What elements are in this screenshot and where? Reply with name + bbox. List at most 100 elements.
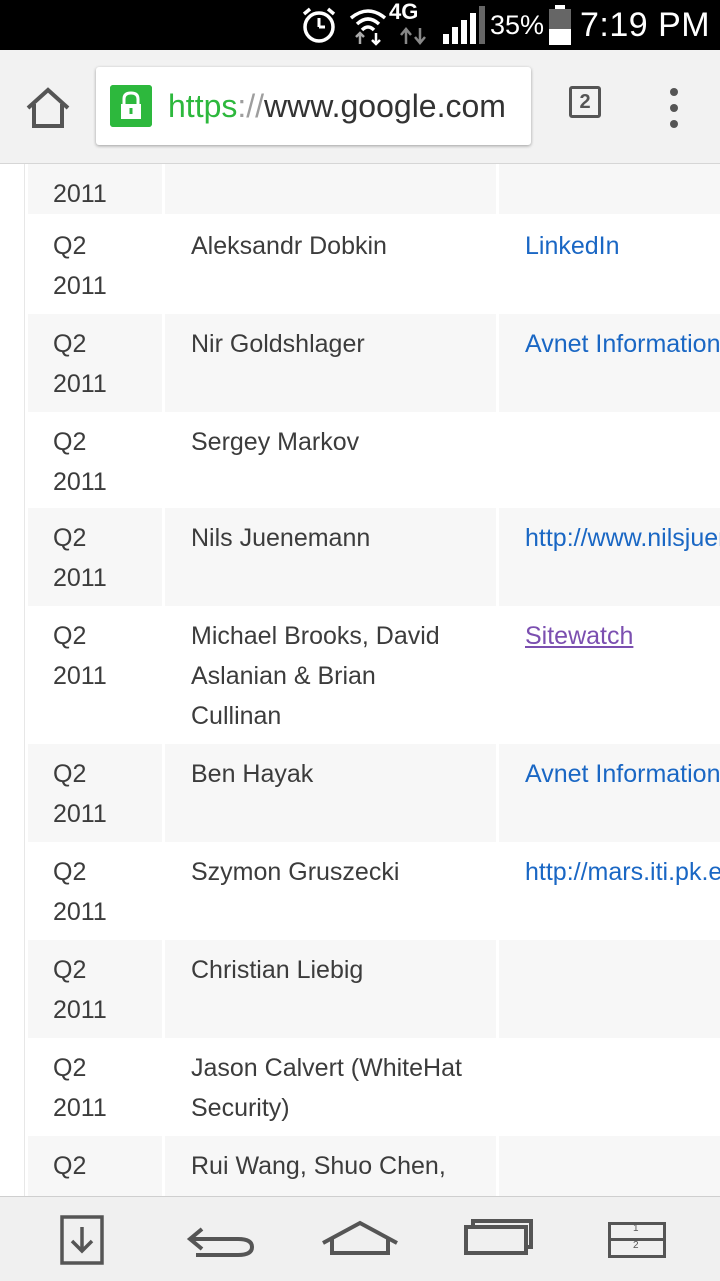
link-cell	[499, 164, 720, 214]
name-line: Nir Goldshlager	[191, 330, 365, 358]
recent-apps-icon[interactable]	[463, 1213, 533, 1267]
quarter-year: 2011	[53, 898, 107, 926]
signal-icon	[443, 6, 485, 44]
url-host: www.google.com	[264, 88, 506, 124]
table-row: Q2 2011 Christian Liebig	[28, 940, 720, 1038]
quarter-label: Q2	[53, 428, 87, 456]
name-line: Szymon Gruszecki	[191, 858, 400, 886]
name-line: Security)	[191, 1094, 290, 1122]
link-cell	[499, 1038, 720, 1136]
quarter-year: 2011	[53, 468, 107, 496]
clock: 7:19 PM	[580, 5, 711, 44]
quarter-year: 2011	[53, 180, 107, 208]
link-cell: LinkedIn	[499, 216, 720, 314]
name-line: Sergey Markov	[191, 428, 360, 456]
link-cell	[499, 412, 720, 508]
quarter-cell: Q2 2011	[28, 412, 162, 508]
back-icon[interactable]	[184, 1213, 258, 1267]
name-line: Aleksandr Dobkin	[191, 232, 387, 260]
alarm-icon	[302, 7, 336, 43]
url-separator: ://	[237, 88, 265, 124]
home-icon[interactable]	[24, 84, 72, 132]
quarter-year: 2011	[53, 662, 107, 690]
quarter-label: Q2	[53, 232, 87, 260]
name-line: XiaoFeng Wang	[191, 1186, 496, 1196]
url-text: https://www.google.com	[168, 67, 506, 145]
table-row: Q2 2011 Ben Hayak Avnet Information Securit…	[28, 744, 720, 842]
quarter-year: 2011	[53, 1094, 107, 1122]
battery-icon	[549, 5, 571, 45]
quarter-cell: Q2 2011	[28, 1136, 162, 1196]
web-page-content[interactable]: 2011 Q2 2011 Aleksandr Dobkin LinkedIn Q2 2011…	[0, 164, 720, 1196]
table-row: Q2 2011 Rui Wang, Shuo Chen, XiaoFeng Wang	[28, 1136, 720, 1196]
name-line: Michael Brooks, David	[191, 622, 440, 650]
page-margin	[0, 164, 25, 1196]
quarter-cell: Q2 2011	[28, 940, 162, 1038]
source-link[interactable]: LinkedIn	[525, 232, 620, 260]
name-cell: Nir Goldshlager	[165, 314, 496, 412]
name-cell: Sergey Markov	[165, 412, 496, 508]
quarter-label: Q2	[53, 956, 87, 984]
source-link[interactable]: Sitewatch	[525, 622, 633, 650]
name-cell: Christian Liebig	[165, 940, 496, 1038]
table-row: Q2 2011 Michael Brooks, David Aslanian & Br…	[28, 606, 720, 744]
name-line: Nils Juenemann	[191, 524, 371, 552]
bottom-navigation-bar: 1 2	[0, 1196, 720, 1281]
quarter-cell: Q2 2011	[28, 606, 162, 744]
source-link[interactable]: http://www.nilsjuenemann.de	[525, 524, 720, 552]
name-line: Rui Wang, Shuo Chen,	[191, 1152, 446, 1180]
quarter-year: 2011	[53, 370, 107, 398]
table-row: Q2 2011 Nir Goldshlager Avnet Information S…	[28, 314, 720, 412]
table-row: Q2 2011 Szymon Gruszecki http://mars.iti.pk…	[28, 842, 720, 940]
quarter-label: Q2	[53, 1054, 87, 1082]
dual-window-icon: 1 2	[608, 1222, 666, 1258]
window-label-1: 1	[633, 1223, 639, 1234]
name-cell: Nils Juenemann	[165, 508, 496, 606]
name-line: Cullinan	[191, 702, 282, 730]
name-cell	[165, 164, 496, 214]
tabs-button[interactable]: 2	[569, 86, 605, 122]
lock-icon	[110, 85, 152, 127]
table-row: 2011	[28, 164, 720, 214]
address-bar[interactable]: https://www.google.com	[96, 67, 531, 145]
name-cell: Jason Calvert (WhiteHat Security)	[165, 1038, 496, 1136]
tabs-icon: 2	[569, 86, 601, 118]
quarter-cell: Q2 2011	[28, 314, 162, 412]
quarter-label: Q2	[53, 330, 87, 358]
link-cell: http://www.nilsjuenemann.de	[499, 508, 720, 606]
link-cell: Avnet Information Security	[499, 314, 720, 412]
save-page-icon[interactable]	[58, 1213, 106, 1267]
wifi-icon	[349, 9, 387, 46]
source-link[interactable]: http://mars.iti.pk.edu.pl	[525, 858, 720, 886]
name-cell: Aleksandr Dobkin	[165, 216, 496, 314]
table-row: Q2 2011 Nils Juenemann http://www.nilsjuene…	[28, 508, 720, 606]
link-cell	[499, 1136, 720, 1196]
window-label-2: 2	[633, 1240, 639, 1251]
link-cell: Sitewatch	[499, 606, 720, 744]
home-icon[interactable]	[320, 1213, 400, 1267]
name-line: Jason Calvert (WhiteHat	[191, 1054, 462, 1082]
quarter-cell: Q2 2011	[28, 216, 162, 314]
name-line: Aslanian & Brian	[191, 662, 376, 690]
quarter-year: 2011	[53, 1186, 162, 1196]
url-scheme: https	[168, 88, 238, 124]
quarter-cell: Q2 2011	[28, 842, 162, 940]
quarter-year: 2011	[53, 996, 107, 1024]
link-cell: Avnet Information Security	[499, 744, 720, 842]
quarter-label: Q2	[53, 760, 87, 788]
source-link[interactable]: Avnet Information Security	[525, 330, 720, 358]
quarter-cell: 2011	[28, 164, 162, 214]
overflow-menu-icon[interactable]	[660, 86, 688, 130]
name-cell: Michael Brooks, David Aslanian & Brian Cul…	[165, 606, 496, 744]
quarter-label: Q2	[53, 858, 87, 886]
browser-toolbar: https://www.google.com 2	[0, 50, 720, 164]
link-cell	[499, 940, 720, 1038]
name-cell: Rui Wang, Shuo Chen, XiaoFeng Wang	[165, 1136, 496, 1196]
quarter-year: 2011	[53, 800, 107, 828]
quarter-year: 2011	[53, 564, 107, 592]
quarter-cell: Q2 2011	[28, 508, 162, 606]
source-link[interactable]: Avnet Information Security	[525, 760, 720, 788]
table-row: Q2 2011 Sergey Markov	[28, 412, 720, 508]
data-arrows-icon	[400, 27, 426, 45]
dual-window-button[interactable]: 1 2	[608, 1213, 668, 1267]
